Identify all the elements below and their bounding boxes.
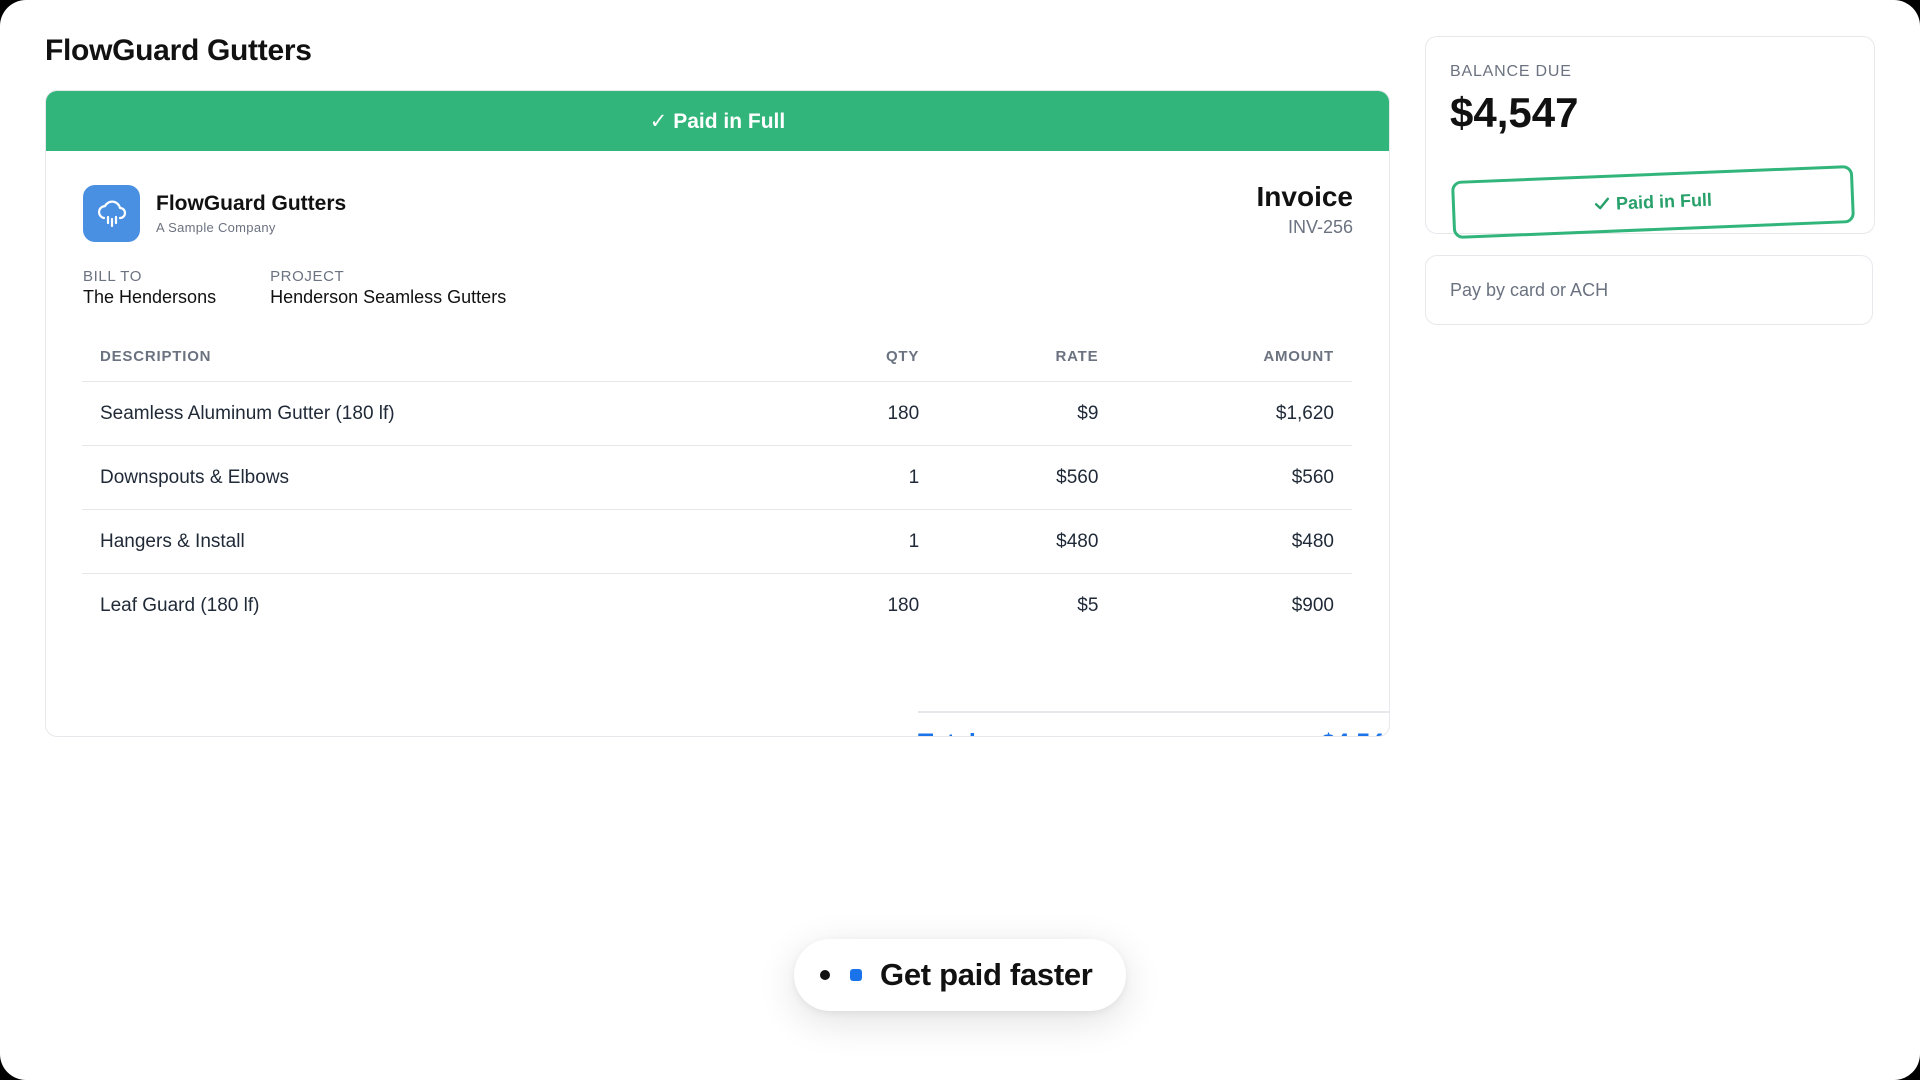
item-rate: $9	[937, 381, 1117, 446]
page-title: FlowGuard Gutters	[45, 34, 312, 67]
item-description: Downspouts & Elbows	[82, 445, 820, 510]
item-amount: $560	[1116, 445, 1352, 510]
table-row: Downspouts & Elbows 1 $560 $560	[82, 445, 1352, 510]
column-header-description: DESCRIPTION	[82, 331, 820, 382]
project-value: Henderson Seamless Gutters	[270, 287, 507, 307]
item-amount: $1,620	[1116, 381, 1352, 446]
pay-by-card-label: Pay by card or ACH	[1450, 279, 1609, 300]
item-description: Leaf Guard (180 lf)	[100, 594, 260, 616]
table-row: Seamless Aluminum Gutter (180 lf) 180 $9…	[82, 381, 1352, 446]
promo-pill-text: Get paid faster	[880, 957, 1093, 992]
table-row: Leaf Guard (180 lf) 180 $5 $900	[82, 574, 1352, 638]
pay-by-card-button[interactable]: Pay by card or ACH	[1425, 255, 1873, 325]
project: PROJECT Henderson Seamless Gutters	[270, 268, 506, 308]
company-name: FlowGuard Gutters	[156, 192, 347, 215]
item-rate: $560	[937, 445, 1117, 510]
total-row: Total $4,547	[918, 711, 1389, 736]
invoice-heading: Invoice INV-256	[1257, 181, 1353, 238]
blue-square-icon	[850, 969, 862, 981]
balance-due-card: BALANCE DUE $4,547 Paid in Full	[1425, 36, 1875, 240]
promo-pill: Get paid faster	[794, 939, 1126, 1011]
invoice-number: INV-256	[1287, 217, 1353, 237]
app-window: FlowGuard Gutters ✓ Paid in Full FlowGua…	[0, 0, 1920, 1080]
company-text: FlowGuard Gutters A Sample Company	[156, 192, 346, 235]
total-label: Total	[918, 729, 976, 736]
bill-to-label: BILL TO	[83, 268, 142, 285]
item-qty: 180	[819, 381, 938, 446]
item-description: Hangers & Install	[82, 509, 820, 574]
paid-banner-label: ✓ Paid in Full	[649, 109, 786, 133]
line-items-table: DESCRIPTION QTY RATE AMOUNT Seamless Alu…	[82, 331, 1352, 637]
table-header-row: DESCRIPTION QTY RATE AMOUNT	[82, 331, 1352, 382]
item-qty: 180	[887, 594, 920, 616]
paid-stamp: Paid in Full	[1450, 164, 1856, 240]
item-amount: $480	[1116, 509, 1352, 574]
company-block: FlowGuard Gutters A Sample Company	[83, 185, 346, 242]
column-header-amount: AMOUNT	[1116, 331, 1352, 382]
table-row: Hangers & Install 1 $480 $480	[82, 509, 1352, 574]
black-dot-icon	[820, 970, 830, 980]
paid-stamp-label: Paid in Full	[1615, 189, 1713, 213]
balance-due-label: BALANCE DUE	[1450, 63, 1572, 80]
rain-cloud-icon	[83, 185, 140, 242]
item-rate: $480	[937, 509, 1117, 574]
item-amount: $900	[1291, 594, 1334, 616]
paid-banner: ✓ Paid in Full	[46, 91, 1389, 151]
invoice-meta: BILL TO The Hendersons PROJECT Henderson…	[83, 268, 506, 308]
item-rate: $5	[1077, 594, 1099, 616]
bill-to-value: The Hendersons	[83, 287, 217, 307]
column-header-qty: QTY	[819, 331, 938, 382]
item-qty: 1	[819, 445, 938, 510]
checkmark-icon	[1594, 197, 1610, 210]
item-qty: 1	[819, 509, 938, 574]
project-label: PROJECT	[270, 268, 345, 285]
invoice-label: Invoice	[1256, 181, 1353, 212]
item-description: Seamless Aluminum Gutter (180 lf)	[82, 381, 820, 446]
company-subtitle: A Sample Company	[156, 220, 276, 235]
total-value: $4,547	[1322, 729, 1389, 736]
column-header-rate: RATE	[937, 331, 1117, 382]
bill-to: BILL TO The Hendersons	[83, 268, 216, 308]
balance-due-amount: $4,547	[1450, 89, 1579, 136]
invoice-card: ✓ Paid in Full FlowGuard Gutters A Sampl…	[45, 90, 1390, 737]
